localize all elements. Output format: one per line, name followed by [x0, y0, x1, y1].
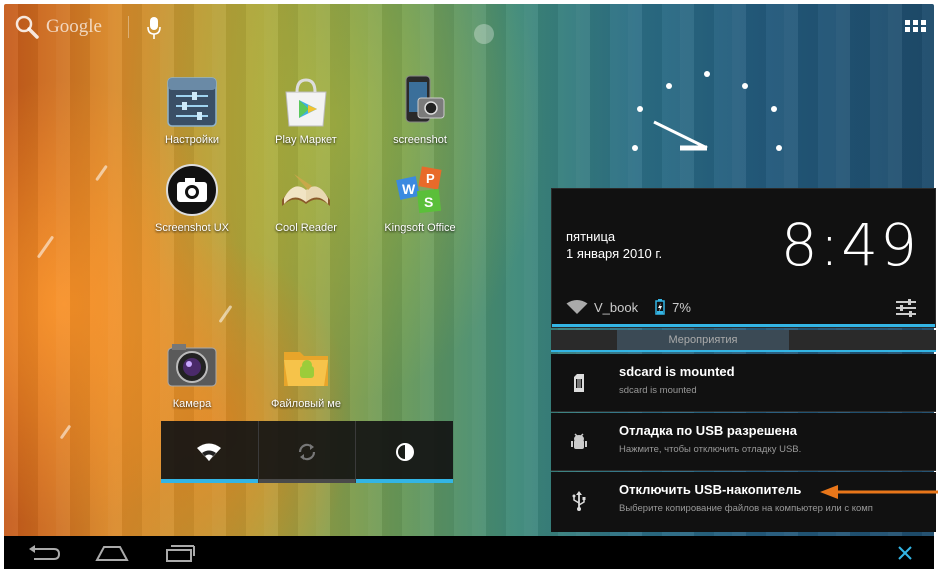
play-store-icon: [278, 74, 334, 130]
app-label: screenshot: [393, 134, 447, 146]
brightness-toggle[interactable]: [356, 421, 454, 483]
notification-panel: пятница 1 января 2010 г. 8:49 V_book 7%: [551, 188, 936, 532]
sync-toggle[interactable]: [258, 421, 357, 483]
system-nav-bar: [4, 536, 934, 569]
mic-icon: [147, 17, 161, 39]
book-icon: [278, 162, 334, 218]
wifi-toggle[interactable]: [161, 421, 259, 483]
app-screenshot[interactable]: screenshot: [375, 74, 465, 146]
usb-icon: [551, 472, 606, 530]
status-card-accent: [552, 324, 935, 327]
recents-button[interactable]: [160, 536, 200, 569]
google-search-bar[interactable]: Google: [14, 14, 102, 40]
android-debug-icon: [551, 413, 606, 471]
events-tab[interactable]: Мероприятия: [617, 330, 789, 352]
notification-usb-debug[interactable]: Отладка по USB разрешена Нажмите, чтобы …: [551, 413, 936, 471]
app-file-manager[interactable]: Файловый ме: [261, 338, 351, 410]
screenshot-app-icon: [392, 74, 448, 130]
app-label: Файловый ме: [271, 398, 341, 410]
date-label: 1 января 2010 г.: [566, 246, 663, 261]
app-label: Настройки: [165, 134, 219, 146]
search-divider: [128, 16, 129, 38]
office-icon: W P S: [392, 162, 448, 218]
quick-settings-widget: [161, 421, 454, 483]
close-panel-button[interactable]: [892, 536, 918, 569]
sync-icon: [298, 443, 316, 461]
toggle-inactive-bar: [258, 479, 356, 483]
callout-arrow: [820, 485, 938, 499]
weekday-label: пятница: [566, 229, 616, 244]
recents-icon: [166, 544, 195, 562]
back-icon: [29, 544, 60, 560]
search-icon: [15, 15, 39, 39]
app-play-store[interactable]: Play Маркет: [261, 74, 351, 146]
clock-time: 8:49: [780, 211, 919, 279]
settings-app-icon: [164, 74, 220, 130]
camera-screenshot-icon: [164, 162, 220, 218]
app-label: Screenshot UX: [155, 222, 229, 234]
notification-sdcard[interactable]: sdcard is mounted sdcard is mounted: [551, 354, 936, 412]
sdcard-icon: [551, 354, 606, 412]
notification-title: Отключить USB-накопитель: [619, 482, 802, 497]
close-icon: [898, 545, 912, 560]
all-apps-icon[interactable]: [905, 20, 927, 38]
tab-strip-accent: [551, 350, 936, 352]
app-label: Play Маркет: [275, 134, 337, 146]
notification-text: Нажмите, чтобы отключить отладку USB.: [619, 444, 802, 455]
battery-icon: [655, 299, 665, 315]
notification-text: sdcard is mounted: [619, 385, 697, 396]
status-row: V_book 7%: [566, 299, 691, 315]
widget-tab-strip: Мероприятия: [551, 330, 936, 352]
quick-settings-icon[interactable]: [895, 297, 917, 317]
brightness-icon: [395, 443, 414, 461]
svg-text:P: P: [426, 171, 435, 186]
back-button[interactable]: [24, 536, 64, 569]
wifi-signal-icon: [566, 300, 588, 314]
file-manager-icon: [278, 338, 334, 394]
wifi-icon: [197, 443, 222, 461]
notification-text: Выберите копирование файлов на компьютер…: [619, 503, 873, 514]
toggle-active-bar: [356, 479, 454, 483]
home-button[interactable]: [92, 536, 132, 569]
svg-text:W: W: [402, 181, 416, 197]
mic-button[interactable]: [147, 16, 161, 44]
battery-percent: 7%: [672, 299, 691, 315]
notification-usb-storage[interactable]: Отключить USB-накопитель Выберите копиро…: [551, 472, 936, 532]
app-camera[interactable]: Камера: [147, 338, 237, 410]
app-label: Cool Reader: [275, 222, 337, 234]
status-card: пятница 1 января 2010 г. 8:49 V_book 7%: [551, 188, 936, 328]
search-label: Google: [46, 16, 102, 37]
notification-title: sdcard is mounted: [619, 364, 735, 379]
toggle-active-bar: [161, 479, 258, 483]
svg-text:S: S: [424, 194, 433, 210]
app-label: Камера: [172, 398, 212, 410]
home-icon: [95, 545, 129, 561]
wallpaper-sparkle: [474, 24, 494, 44]
app-settings[interactable]: Настройки: [147, 74, 237, 146]
app-screenshot-ux[interactable]: Screenshot UX: [147, 162, 237, 234]
app-kingsoft-office[interactable]: W P S Kingsoft Office: [375, 162, 465, 234]
network-name: V_book: [594, 299, 639, 315]
app-cool-reader[interactable]: Cool Reader: [261, 162, 351, 234]
app-label: Kingsoft Office: [384, 222, 456, 234]
notification-title: Отладка по USB разрешена: [619, 423, 797, 438]
camera-icon: [164, 338, 220, 394]
